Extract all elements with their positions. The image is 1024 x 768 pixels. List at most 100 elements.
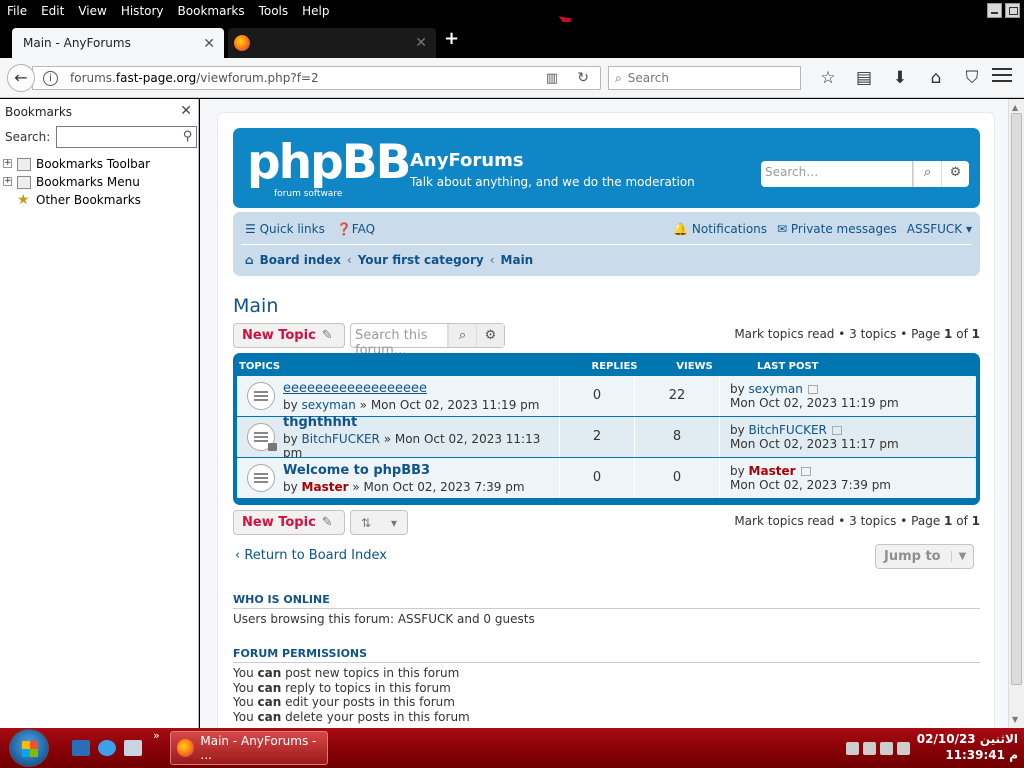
info-icon[interactable]: i xyxy=(43,70,58,86)
bookmarks-menu-item[interactable]: + Bookmarks Menu xyxy=(0,173,198,191)
forum-title[interactable]: Main xyxy=(233,295,278,317)
phpbb-logo[interactable]: phpBB forum software xyxy=(247,138,411,200)
taskbar-firefox-button[interactable]: Main - AnyForums - ... xyxy=(170,731,328,765)
go-to-last-post-icon[interactable] xyxy=(831,426,842,435)
other-bookmarks-item[interactable]: ★ Other Bookmarks xyxy=(0,191,198,209)
scrollbar-thumb[interactable] xyxy=(1011,113,1022,685)
jump-to-dropdown[interactable]: Jump to ▼ xyxy=(875,544,974,569)
search-icon[interactable]: ⌕ xyxy=(913,161,941,187)
go-to-last-post-icon[interactable] xyxy=(807,385,818,394)
menu-help[interactable]: Help xyxy=(295,4,336,18)
start-button[interactable] xyxy=(9,729,49,767)
go-to-last-post-icon[interactable] xyxy=(800,467,811,476)
mark-topics-read-link[interactable]: Mark topics read xyxy=(734,514,834,528)
return-to-board-index-link[interactable]: ‹ Return to Board Index xyxy=(235,548,387,563)
gear-icon[interactable]: ⚙ xyxy=(476,324,504,347)
library-icon[interactable]: ▤ xyxy=(846,66,882,90)
menu-view[interactable]: View xyxy=(71,4,113,18)
restore-icon[interactable] xyxy=(1005,3,1020,18)
quick-launch xyxy=(72,740,142,756)
scroll-up-icon[interactable]: ▲ xyxy=(1012,103,1018,112)
expand-icon[interactable]: + xyxy=(3,177,12,186)
topic-author-link[interactable]: Master xyxy=(302,480,349,494)
menu-edit[interactable]: Edit xyxy=(34,4,71,18)
folder-icon xyxy=(17,157,31,171)
hamburger-menu-icon[interactable] xyxy=(992,68,1012,86)
last-post-author-link[interactable]: sexyman xyxy=(749,382,803,396)
sidebar-header: Bookmarks ✕ xyxy=(0,99,198,125)
faq-link[interactable]: ❓FAQ xyxy=(337,222,375,236)
new-topic-button[interactable]: New Topic ✎ xyxy=(233,510,345,535)
search-icon: ⌕ xyxy=(615,70,622,85)
system-clock[interactable]: الاثنين 02/10/23 م 11:39:41 xyxy=(917,731,1018,763)
inbox-icon: ✉ xyxy=(777,222,788,236)
menu-bookmarks[interactable]: Bookmarks xyxy=(171,4,252,18)
tray-icon[interactable] xyxy=(846,742,859,755)
reload-icon[interactable]: ↻ xyxy=(577,70,589,86)
topic-title-link[interactable]: eeeeeeeeeeeeeeeeee xyxy=(283,381,559,396)
bookmark-star-icon[interactable]: ☆ xyxy=(810,66,846,90)
taskbar: » Main - AnyForums - ... الاثنين 02/10/2… xyxy=(0,728,1024,768)
chevron-left-icon: ‹ xyxy=(489,253,495,267)
download-icon[interactable]: ⬇ xyxy=(882,66,918,90)
topic-title-link[interactable]: Welcome to phpBB3 xyxy=(283,463,559,478)
tab-main-anyforums[interactable]: Main - AnyForums ✕ xyxy=(12,28,224,58)
address-bar[interactable]: i forums.fast-page.org/viewforum.php?f=2… xyxy=(32,66,601,90)
tray-icon[interactable] xyxy=(863,742,876,755)
menu-icon: ☰ xyxy=(245,222,256,236)
topic-replies: 2 xyxy=(559,417,634,457)
new-topic-button[interactable]: New Topic ✎ xyxy=(233,323,345,348)
breadcrumb-board-index[interactable]: Board index xyxy=(260,253,341,267)
user-menu[interactable]: ASSFUCK ▾ xyxy=(907,222,972,236)
windows-logo-icon xyxy=(22,741,38,757)
menu-tools[interactable]: Tools xyxy=(252,4,296,18)
close-tab-icon[interactable]: ✕ xyxy=(415,35,427,51)
internet-explorer-icon[interactable] xyxy=(98,740,116,756)
reader-view-icon[interactable]: ▥ xyxy=(546,71,558,86)
back-button[interactable]: ← xyxy=(7,64,35,92)
sidebar-search-input[interactable]: ⚲ xyxy=(56,126,198,148)
pocket-icon[interactable]: ⛉ xyxy=(954,66,990,90)
topic-author-link[interactable]: sexyman xyxy=(302,398,356,412)
topic-views: 8 xyxy=(634,417,719,457)
bookmarks-toolbar-item[interactable]: + Bookmarks Toolbar xyxy=(0,155,198,173)
show-desktop-icon[interactable] xyxy=(72,740,90,756)
app-icon[interactable] xyxy=(124,740,142,756)
new-tab-icon[interactable]: + xyxy=(444,28,459,49)
last-post-author-link[interactable]: BitchFUCKER xyxy=(749,423,827,437)
topic-title-link[interactable]: thghthhht xyxy=(283,415,559,430)
notifications-link[interactable]: 🔔 Notifications xyxy=(673,222,767,236)
bookmarks-sidebar: Bookmarks ✕ Search: ⚲ + Bookmarks Toolbar… xyxy=(0,99,199,728)
expand-icon[interactable]: + xyxy=(3,159,12,168)
permission-line: You can reply to topics in this forum xyxy=(233,680,451,695)
home-icon[interactable]: ⌂ xyxy=(918,66,954,90)
search-box[interactable]: ⌕ Search xyxy=(608,66,801,90)
forum-search-input[interactable]: Search this forum… xyxy=(351,324,448,358)
last-post: by BitchFUCKER Mon Oct 02, 2023 11:17 pm xyxy=(719,417,899,457)
quick-links-link[interactable]: ☰ Quick links xyxy=(245,222,325,236)
close-tab-icon[interactable]: ✕ xyxy=(203,36,215,52)
close-sidebar-icon[interactable]: ✕ xyxy=(180,103,192,119)
network-icon[interactable] xyxy=(880,742,893,755)
menu-file[interactable]: File xyxy=(0,4,34,18)
private-messages-link[interactable]: ✉ Private messages xyxy=(777,222,897,236)
topic-author-link[interactable]: BitchFUCKER xyxy=(302,432,380,446)
advanced-search-gear-icon[interactable]: ⚙ xyxy=(941,161,969,187)
forum-permissions-heading: FORUM PERMISSIONS xyxy=(233,647,980,663)
quick-launch-expand-icon[interactable]: » xyxy=(153,729,160,742)
sort-options-button[interactable]: ⇅ ▾ xyxy=(350,510,408,535)
search-icon[interactable]: ⌕ xyxy=(448,324,476,347)
breadcrumb-forum[interactable]: Main xyxy=(501,253,534,267)
scroll-down-icon[interactable]: ▼ xyxy=(1012,715,1018,724)
minimize-icon[interactable] xyxy=(987,3,1002,18)
header-search-input[interactable]: Search… xyxy=(761,161,913,187)
breadcrumb-category[interactable]: Your first category xyxy=(358,253,484,267)
volume-icon[interactable] xyxy=(897,742,910,755)
page-scrollbar[interactable]: ▲ ▼ xyxy=(1008,99,1024,728)
last-post: by sexyman Mon Oct 02, 2023 11:19 pm xyxy=(719,376,899,416)
menu-history[interactable]: History xyxy=(114,4,171,18)
chevron-left-icon: ‹ xyxy=(346,253,352,267)
tab-second[interactable]: ✕ xyxy=(228,28,436,58)
mark-topics-read-link[interactable]: Mark topics read xyxy=(734,327,834,341)
last-post-author-link[interactable]: Master xyxy=(749,464,796,478)
